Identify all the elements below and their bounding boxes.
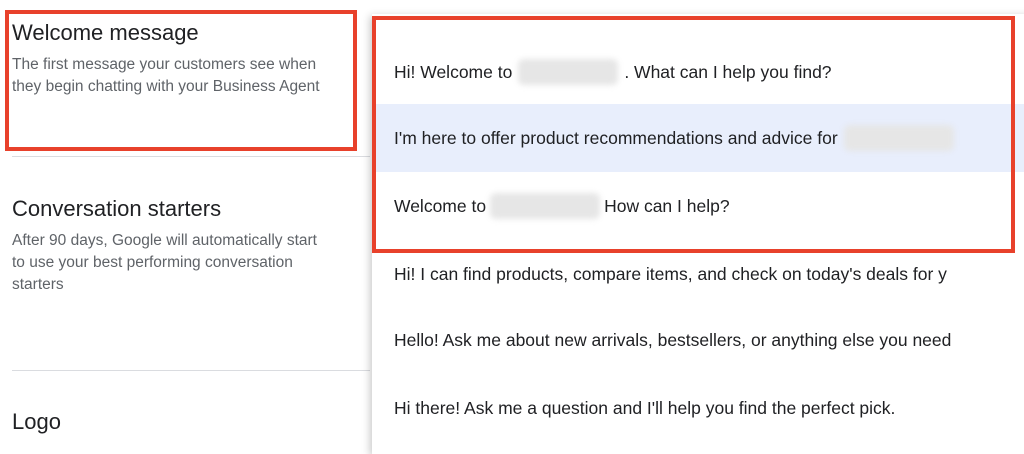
option-text: I'm here to offer product recommendation…	[394, 127, 838, 148]
section-divider	[12, 156, 370, 157]
welcome-message-section: Welcome message The first message your c…	[12, 20, 362, 98]
conversation-starters-title: Conversation starters	[12, 196, 222, 221]
option-text: Welcome to	[394, 195, 487, 216]
option-text: Hi! I can find products, compare items, …	[394, 263, 947, 284]
redacted-business-name	[490, 193, 601, 219]
option-text: Hello! Ask me about new arrivals, bestse…	[394, 329, 952, 350]
welcome-option-3[interactable]: Welcome to How can I help?	[372, 172, 1024, 240]
welcome-option-1[interactable]: Hi! Welcome to . What can I help you fin…	[372, 38, 1024, 106]
settings-sections: Welcome message The first message your c…	[0, 0, 372, 439]
logo-title: Logo	[12, 409, 61, 434]
redacted-business-name	[843, 125, 954, 151]
welcome-option-5[interactable]: Hello! Ask me about new arrivals, bestse…	[372, 306, 1024, 374]
welcome-option-6[interactable]: Hi there! Ask me a question and I'll hel…	[372, 374, 1024, 442]
welcome-option-4[interactable]: Hi! I can find products, compare items, …	[372, 240, 1024, 308]
option-text: How can I help?	[604, 195, 730, 216]
welcome-message-dropdown: Hi! Welcome to . What can I help you fin…	[372, 14, 1024, 454]
welcome-message-title: Welcome message	[12, 20, 199, 45]
logo-section: Logo	[12, 409, 362, 435]
welcome-option-2[interactable]: I'm here to offer product recommendation…	[372, 104, 1024, 172]
option-text: Hi! Welcome to	[394, 61, 513, 82]
option-text: . What can I help you find?	[624, 61, 832, 82]
option-text: Hi there! Ask me a question and I'll hel…	[394, 397, 896, 418]
section-divider	[12, 370, 370, 371]
conversation-starters-section: Conversation starters After 90 days, Goo…	[12, 196, 362, 296]
conversation-starters-description: After 90 days, Google will automatically…	[12, 232, 317, 293]
redacted-business-name	[518, 59, 619, 85]
welcome-message-description: The first message your customers see whe…	[12, 56, 320, 95]
